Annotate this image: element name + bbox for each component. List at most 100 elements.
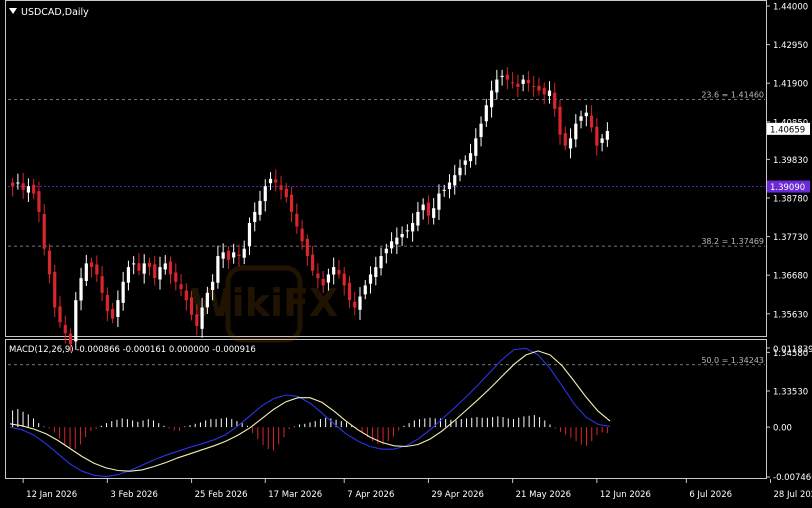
candle-body xyxy=(116,300,120,318)
candle-body xyxy=(411,222,415,232)
time-tick-label: 6 Jul 2026 xyxy=(689,490,732,500)
candle-body xyxy=(26,186,31,193)
time-tick-label: 21 May 2026 xyxy=(516,490,571,500)
candle-body xyxy=(89,262,94,268)
price-tick-label: 1.42950 xyxy=(773,41,808,51)
candle-body xyxy=(342,273,346,286)
candle-body xyxy=(368,274,373,284)
time-tick-label: 29 Apr 2026 xyxy=(431,490,484,500)
candle-body xyxy=(100,276,104,293)
candle-body xyxy=(242,248,246,258)
candle-body xyxy=(32,184,36,194)
usdcad-chart-window[interactable]: WikiFX USDCAD,Daily MACD(12,26,9) -0.000… xyxy=(0,0,812,504)
chart-canvas[interactable]: WikiFX USDCAD,Daily MACD(12,26,9) -0.000… xyxy=(0,0,812,504)
price-pane[interactable] xyxy=(5,0,767,337)
price-tick-label: 1.40850 xyxy=(773,118,808,128)
candle-body xyxy=(263,186,267,202)
candle-body xyxy=(63,325,67,334)
candle-body xyxy=(284,188,288,198)
candle-body xyxy=(542,87,546,95)
symbol-title: USDCAD,Daily xyxy=(21,7,89,18)
candle-body xyxy=(447,182,452,190)
candle-body xyxy=(521,79,525,84)
price-tick-label: 1.38780 xyxy=(773,194,808,204)
candle-body xyxy=(226,250,231,260)
candle-body xyxy=(74,300,78,342)
candle-body xyxy=(358,296,362,310)
candle-body xyxy=(137,263,141,271)
candle-body xyxy=(84,263,88,281)
macd-pane[interactable] xyxy=(5,339,767,479)
candle-body xyxy=(279,185,283,190)
candle-body xyxy=(132,263,136,265)
candle-body xyxy=(389,241,394,249)
candle-body xyxy=(174,272,178,282)
candle-body xyxy=(474,138,478,156)
candle-body xyxy=(211,281,215,290)
candle-body xyxy=(537,85,541,91)
candle-body xyxy=(37,191,41,212)
candle-body xyxy=(121,281,125,303)
macd-indicator-title: MACD(12,26,9) -0.000866 -0.000161 0.0000… xyxy=(9,345,256,355)
candle-body xyxy=(516,83,520,87)
candle-body xyxy=(16,182,20,184)
price-tick-label: 1.37730 xyxy=(773,233,808,243)
candle-body xyxy=(384,248,388,254)
candle-body xyxy=(574,123,578,140)
candle-body xyxy=(400,233,404,238)
candle-body xyxy=(184,290,188,301)
time-tick-label: 12 Jun 2026 xyxy=(600,490,651,500)
candle-body xyxy=(395,237,399,245)
candle-body xyxy=(421,204,425,211)
candle-body xyxy=(605,131,609,140)
candle-body xyxy=(374,267,378,278)
price-tick-label: 1.41900 xyxy=(773,80,808,90)
candle-body xyxy=(316,273,320,279)
candle-body xyxy=(153,264,157,279)
candle-body xyxy=(68,333,73,345)
candle-body xyxy=(526,79,531,84)
time-tick-label: 7 Apr 2026 xyxy=(347,490,394,500)
candle-body xyxy=(21,183,25,190)
price-tick-label: 1.44000 xyxy=(773,3,808,13)
level-price-label: 1.39090 xyxy=(770,183,805,193)
candle-body xyxy=(442,189,446,191)
macd-tick-label: 0.011839 xyxy=(773,345,812,355)
candle-body xyxy=(505,74,509,80)
price-tick-label: 1.39830 xyxy=(773,156,808,166)
candle-body xyxy=(47,250,52,275)
candle-body xyxy=(53,271,57,308)
candle-body xyxy=(563,133,567,146)
candle-body xyxy=(584,112,588,117)
candle-body xyxy=(105,294,109,312)
candle-body xyxy=(500,75,504,78)
candle-body xyxy=(547,90,552,96)
candle-body xyxy=(311,254,315,271)
macd-axis: 0.011839 0.00 -0.007466 xyxy=(766,345,812,483)
time-tick-label: 25 Feb 2026 xyxy=(195,490,248,500)
candle-body xyxy=(353,301,357,308)
candle-body xyxy=(163,263,167,270)
candle-body xyxy=(11,182,15,187)
candle-body xyxy=(195,314,199,326)
candle-body xyxy=(58,306,62,323)
candle-body xyxy=(126,267,131,283)
candle-body xyxy=(168,261,173,275)
candle-body xyxy=(484,105,488,122)
candle-body xyxy=(426,202,431,216)
candle-body xyxy=(416,211,420,226)
candle-body xyxy=(205,292,209,308)
candle-body xyxy=(337,269,341,275)
candle-body xyxy=(189,297,194,315)
candle-body xyxy=(437,193,441,210)
candle-body xyxy=(489,90,494,108)
price-axis: 1.44000 1.42950 1.41900 1.40850 1.39830 1.387… xyxy=(766,3,808,398)
candle-body xyxy=(258,200,262,215)
macd-tick-label: -0.007466 xyxy=(773,473,812,483)
candle-body xyxy=(511,82,515,84)
candle-body xyxy=(532,86,536,88)
candle-body xyxy=(595,126,599,146)
candle-body xyxy=(568,138,573,149)
candle-body xyxy=(458,167,462,176)
time-axis: 12 Jan 2026 3 Feb 2026 25 Feb 2026 17 Mar 2… xyxy=(22,479,812,500)
